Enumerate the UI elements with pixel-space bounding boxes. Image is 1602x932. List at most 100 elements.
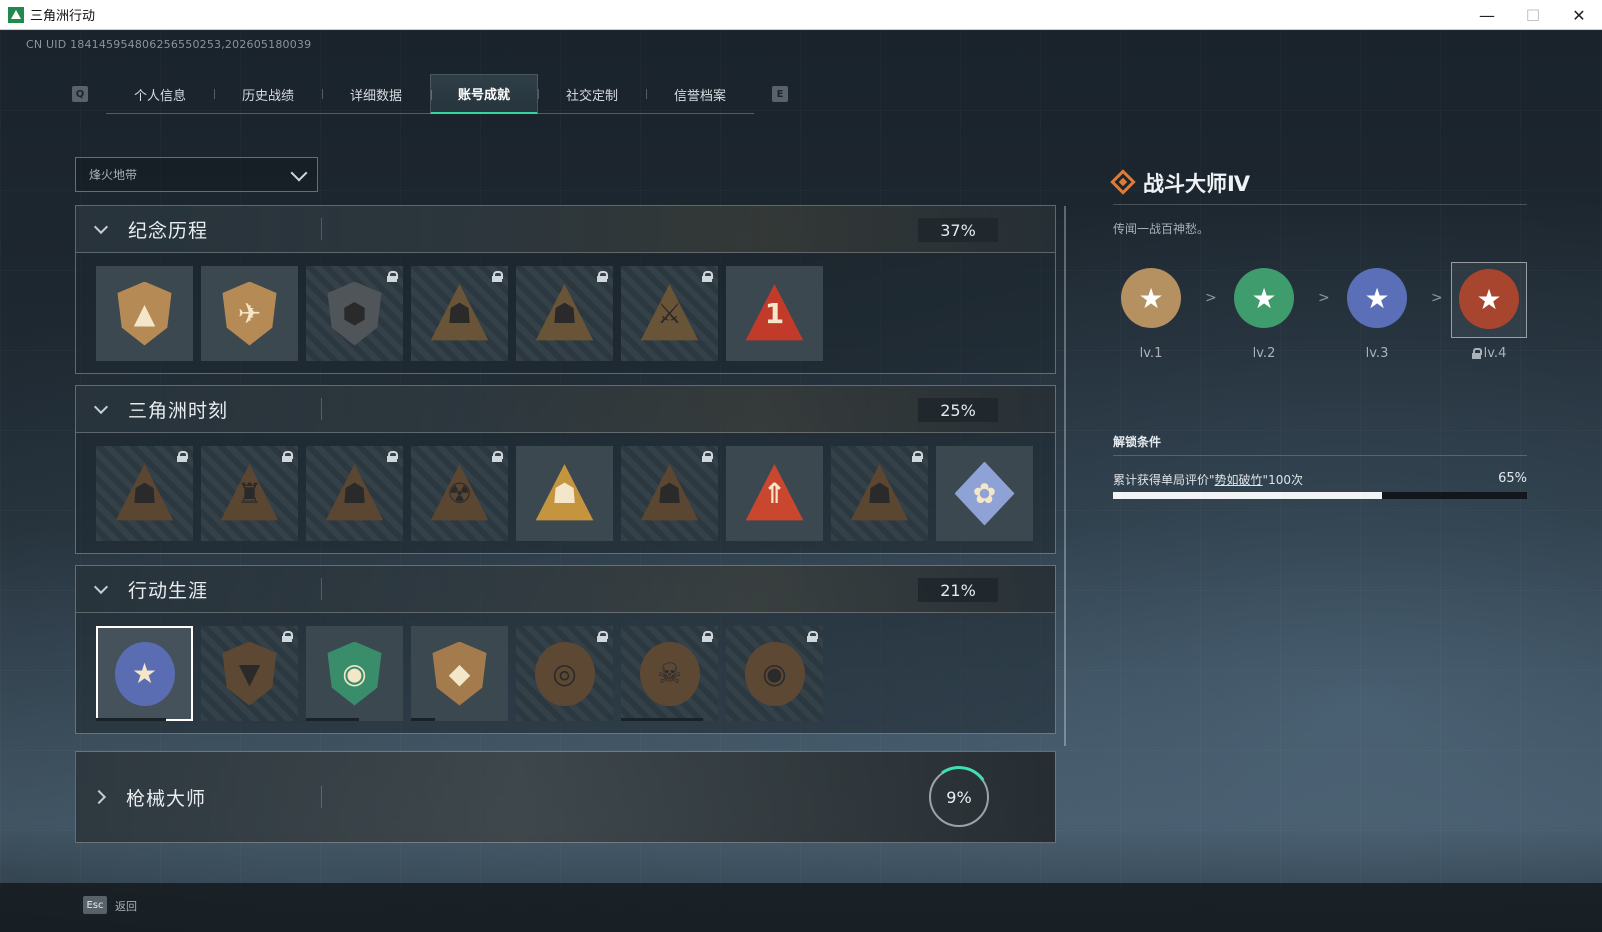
dolphin-triangle-icon: ☗: [850, 464, 909, 521]
condition-suffix: "100次: [1262, 473, 1303, 487]
level-medal-frame: ★: [1339, 262, 1415, 338]
chevron-down-icon: [93, 219, 109, 234]
achievement-badge[interactable]: ☗: [831, 446, 928, 541]
achievement-badge[interactable]: ▲: [96, 266, 193, 361]
delta-shield-icon: ▲: [117, 281, 172, 346]
badge-grid: ☗ ♜ ☗ ☢ ☗ ☗ ⇑ ☗ ✿: [76, 433, 1055, 553]
lock-icon: [387, 451, 398, 462]
level-progression: ★ lv.1 > ★ lv.2 > ★ lv.3 > ★ lv.4: [1113, 262, 1527, 372]
section-header[interactable]: 纪念历程 37%: [76, 206, 1055, 253]
achievement-section-gun-master: 枪械大师 9%: [75, 751, 1056, 843]
lock-icon: [1471, 348, 1482, 359]
mode-dropdown[interactable]: 烽火地带: [75, 157, 318, 192]
rocket-triangle-icon: ⇑: [745, 464, 804, 521]
achievement-badge[interactable]: ✿: [936, 446, 1033, 541]
achievement-badge[interactable]: ★: [96, 626, 193, 721]
star-medal-icon: ★: [1347, 268, 1407, 328]
next-tab-key-hint[interactable]: E: [772, 86, 788, 102]
level-4[interactable]: ★ lv.4: [1451, 262, 1527, 361]
badge-progress-bar: [96, 718, 166, 721]
section-percent: 9%: [946, 787, 972, 807]
maximize-button[interactable]: ☐: [1510, 0, 1556, 30]
tab-personal-info[interactable]: 个人信息: [106, 74, 214, 114]
achievement-badge[interactable]: ☗: [621, 446, 718, 541]
tab-achievements[interactable]: 账号成就: [430, 74, 538, 114]
tab-detailed-data[interactable]: 详细数据: [322, 74, 430, 114]
achievement-section-operation-career: 行动生涯 21% ★ ▼ ◉ ◆ ◎ ☠ ◉: [75, 565, 1056, 734]
achievement-badge[interactable]: ◉: [306, 626, 403, 721]
section-header[interactable]: 行动生涯 21%: [76, 566, 1055, 613]
achievement-badge[interactable]: ♜: [201, 446, 298, 541]
section-title: 枪械大师: [126, 787, 207, 810]
chevron-down-icon: [93, 579, 109, 594]
achievement-badge[interactable]: ◎: [516, 626, 613, 721]
level-label: lv.4: [1451, 346, 1527, 361]
green-shield-icon: ◉: [327, 641, 382, 706]
progress-ring: 9%: [929, 767, 989, 827]
achievement-badge[interactable]: ☗: [516, 446, 613, 541]
minimize-button[interactable]: —: [1464, 0, 1510, 30]
achievement-badge[interactable]: ☗: [306, 446, 403, 541]
tab-match-history[interactable]: 历史战绩: [214, 74, 322, 114]
section-header[interactable]: 枪械大师 9%: [76, 752, 1055, 842]
uid-text: CN UID 184145954806256550253,20260518003…: [26, 38, 312, 51]
chevron-right-icon: [91, 789, 107, 805]
tab-reputation[interactable]: 信誉档案: [646, 74, 754, 114]
achievement-badge[interactable]: ◉: [726, 626, 823, 721]
section-title: 三角洲时刻: [128, 399, 229, 422]
back-label[interactable]: 返回: [115, 898, 137, 914]
achievement-badge[interactable]: ☠: [621, 626, 718, 721]
window-titlebar: 三角洲行动 — ☐ ✕: [0, 0, 1602, 30]
lock-icon: [702, 451, 713, 462]
mode-dropdown-value: 烽火地带: [89, 168, 138, 182]
achievement-badge[interactable]: ☗: [411, 266, 508, 361]
section-header[interactable]: 三角洲时刻 25%: [76, 386, 1055, 433]
level-1[interactable]: ★ lv.1: [1113, 262, 1189, 361]
squad-triangle-icon: ☗: [535, 464, 594, 521]
star-medal-icon: ★: [1234, 268, 1294, 328]
achievement-badge[interactable]: ✈: [201, 266, 298, 361]
game-view: CN UID 184145954806256550253,20260518003…: [0, 30, 1602, 932]
unlock-condition: 累计获得单局评价"势如破竹"100次: [1113, 471, 1303, 488]
divider: [321, 786, 322, 808]
achievement-badge[interactable]: ☢: [411, 446, 508, 541]
beast-triangle-icon: ☗: [640, 464, 699, 521]
section-title: 行动生涯: [128, 579, 209, 602]
diver-triangle-icon: ☗: [325, 464, 384, 521]
app-logo-icon: [8, 6, 24, 23]
lock-icon: [597, 271, 608, 282]
lock-icon: [282, 451, 293, 462]
achievement-badge[interactable]: ☗: [96, 446, 193, 541]
lock-icon: [597, 631, 608, 642]
level-label: lv.2: [1252, 346, 1276, 361]
level-medal-frame: ★: [1226, 262, 1302, 338]
scrollbar[interactable]: [1064, 206, 1066, 746]
level-3[interactable]: ★ lv.3: [1339, 262, 1415, 361]
achievement-badge[interactable]: ▼: [201, 626, 298, 721]
section-title: 纪念历程: [128, 219, 209, 242]
close-button[interactable]: ✕: [1556, 0, 1602, 30]
achievement-badge[interactable]: 1: [726, 266, 823, 361]
section-percent: 21%: [918, 578, 998, 602]
achievement-badge[interactable]: ⇑: [726, 446, 823, 541]
tab-social[interactable]: 社交定制: [538, 74, 646, 114]
footer-strip: [0, 883, 1602, 932]
lock-icon: [912, 451, 923, 462]
achievement-badge[interactable]: ☗: [516, 266, 613, 361]
level-2[interactable]: ★ lv.2: [1226, 262, 1302, 361]
condition-highlight-link[interactable]: 势如破竹: [1215, 473, 1263, 487]
robot-triangle-icon: ☗: [115, 464, 174, 521]
esc-key-hint[interactable]: Esc: [83, 896, 107, 914]
badge-progress-bar: [306, 718, 360, 721]
lock-icon: [282, 631, 293, 642]
achievement-badge[interactable]: ⬢: [306, 266, 403, 361]
achievement-title: 战斗大师Ⅳ: [1143, 172, 1251, 196]
prev-tab-key-hint[interactable]: Q: [72, 86, 88, 102]
lock-icon: [807, 631, 818, 642]
section-percent: 37%: [918, 218, 998, 242]
achievement-badge[interactable]: ⚔: [621, 266, 718, 361]
unlock-heading: 解锁条件: [1113, 435, 1162, 449]
divider: [1113, 455, 1527, 456]
achievement-badge[interactable]: ◆: [411, 626, 508, 721]
lock-icon: [702, 271, 713, 282]
